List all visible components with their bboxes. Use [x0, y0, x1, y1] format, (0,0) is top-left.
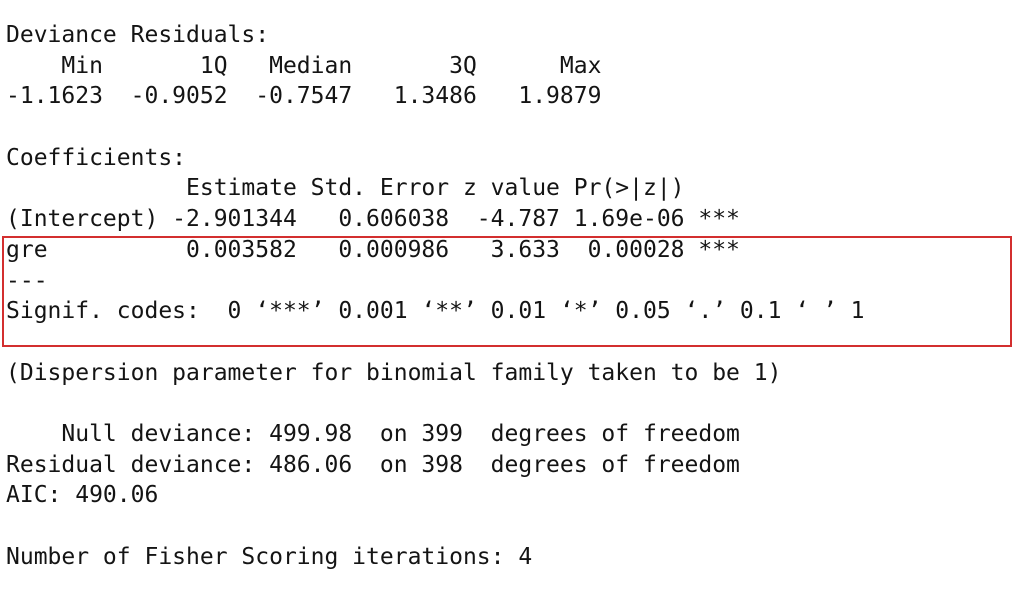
null-deviance-line: Null deviance: 499.98 on 399 degrees of … — [6, 420, 740, 447]
deviance-residuals-heading: Deviance Residuals: — [6, 22, 283, 48]
separator-line: --- — [6, 267, 48, 294]
fisher-scoring-line: Number of Fisher Scoring iterations: 4 — [6, 543, 533, 570]
dispersion-note: (Dispersion parameter for binomial famil… — [6, 359, 782, 386]
residuals-header-row: Min 1Q Median 3Q Max — [6, 52, 630, 79]
aic-line: AIC: 490.06 — [6, 482, 159, 509]
coefficients-heading: Coefficients: — [6, 144, 187, 171]
signif-codes-line: Signif. codes: 0 ‘***’ 0.001 ‘**’ 0.01 ‘… — [6, 298, 865, 325]
residual-deviance-line: Residual deviance: 486.06 on 398 degrees… — [6, 451, 740, 478]
r-console-output: Deviance Residuals: Min 1Q Median 3Q Max… — [6, 20, 1017, 597]
coefficients-header-row: Estimate Std. Error z value Pr(>|z|) — [6, 175, 740, 202]
coefficient-row-intercept: (Intercept) -2.901344 0.606038 -4.787 1.… — [6, 206, 740, 233]
coefficient-row-gre: gre 0.003582 0.000986 3.633 0.00028 *** — [6, 236, 740, 263]
residuals-values-row: -1.1623 -0.9052 -0.7547 1.3486 1.9879 — [6, 83, 630, 110]
